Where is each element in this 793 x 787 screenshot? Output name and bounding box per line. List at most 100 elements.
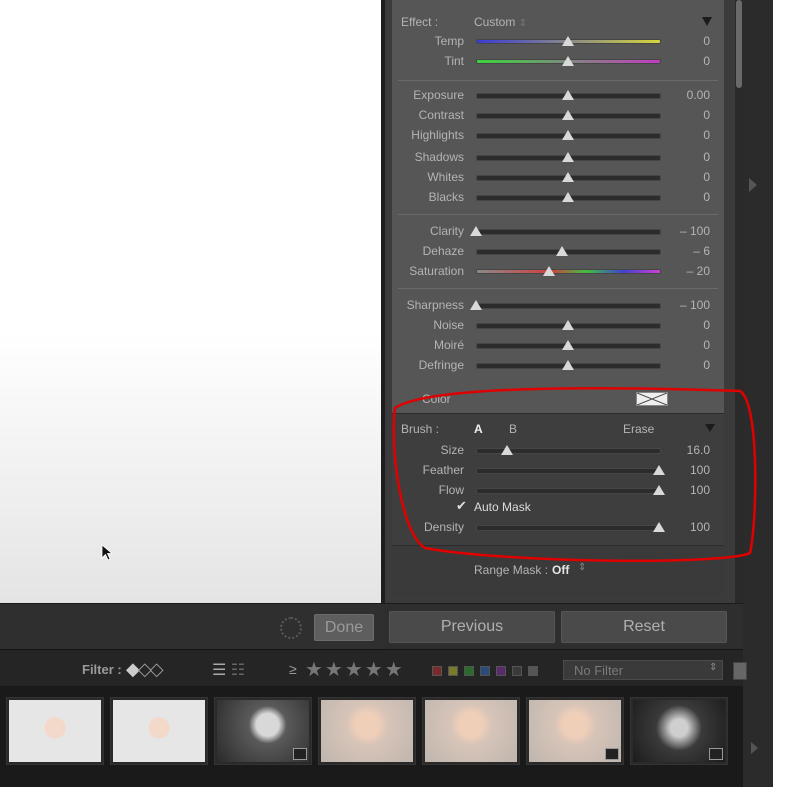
slider-value-saturation[interactable]: – 20: [650, 264, 710, 278]
filmstrip-thumbnail[interactable]: [214, 697, 312, 765]
collapse-panel-arrow-icon[interactable]: [749, 178, 757, 192]
slider-label-shadows: Shadows: [414, 150, 464, 164]
filmstrip-thumbnail[interactable]: [526, 697, 624, 765]
spinner-icon: [280, 617, 302, 639]
color-label-filter[interactable]: [496, 666, 506, 676]
thumbnail-image: [321, 700, 413, 762]
slider-value-tint[interactable]: 0: [650, 54, 710, 68]
slider-label-highlights: Highlights: [411, 128, 464, 142]
slider-label-exposure: Exposure: [413, 88, 464, 102]
color-label-filter[interactable]: [512, 666, 522, 676]
slider-value-defringe[interactable]: 0: [650, 358, 710, 372]
unedited-icon[interactable]: ☷: [231, 662, 245, 679]
slider-thumb-dehaze[interactable]: [556, 246, 568, 256]
thumbnail-image: [9, 700, 101, 762]
color-label-filter[interactable]: [480, 666, 490, 676]
slider-track-saturation[interactable]: [476, 269, 661, 274]
filter-preset-dropdown[interactable]: No Filter: [563, 660, 723, 680]
rating-comparator[interactable]: ≥: [289, 661, 297, 677]
slider-thumb-temp[interactable]: [561, 36, 574, 46]
color-label-filter[interactable]: [528, 666, 538, 676]
slider-label-clarity: Clarity: [429, 224, 464, 238]
slider-label-contrast: Contrast: [418, 108, 464, 122]
filter-lock-icon[interactable]: [733, 662, 747, 680]
slider-thumb-moiré[interactable]: [561, 340, 574, 350]
color-label-filter[interactable]: [464, 666, 474, 676]
slider-thumb-shadows[interactable]: [561, 152, 574, 162]
rejected-flag-icon[interactable]: ◇: [150, 659, 164, 679]
slider-value-clarity[interactable]: – 100: [650, 224, 710, 238]
slider-thumb-tint[interactable]: [561, 56, 574, 66]
filmstrip-thumbnail[interactable]: [6, 697, 104, 765]
slider-value-sharpness[interactable]: – 100: [650, 298, 710, 312]
slider-value-moiré[interactable]: 0: [650, 338, 710, 352]
slider-track-clarity[interactable]: [476, 229, 661, 235]
filmstrip-thumbnail[interactable]: [318, 697, 416, 765]
thumbnail-image: [425, 700, 517, 762]
slider-thumb-sharpness[interactable]: [470, 300, 482, 310]
color-label-filter[interactable]: [448, 666, 458, 676]
slider-thumb-saturation[interactable]: [543, 266, 556, 276]
edit-filter-icons[interactable]: ☰ ☷: [212, 660, 245, 680]
pick-flag-icon[interactable]: ◆: [126, 659, 140, 679]
slider-thumb-blacks[interactable]: [561, 192, 574, 202]
slider-label-noise: Noise: [433, 318, 464, 332]
section-divider: [398, 214, 718, 215]
section-divider: [398, 80, 718, 81]
slider-label-defringe: Defringe: [418, 358, 464, 372]
color-label-filter[interactable]: [432, 666, 442, 676]
red-circle-annotation: [392, 387, 757, 563]
scrollbar-thumb[interactable]: [736, 0, 742, 88]
slider-thumb-contrast[interactable]: [561, 110, 574, 120]
filmstrip-arrow-icon[interactable]: [751, 742, 758, 754]
filmstrip-thumbnail[interactable]: [422, 697, 520, 765]
slider-label-blacks: Blacks: [428, 190, 464, 204]
slider-thumb-clarity[interactable]: [470, 226, 482, 236]
filter-label: Filter :: [82, 662, 122, 677]
effect-label: Effect :: [401, 15, 439, 29]
section-divider: [398, 288, 718, 289]
slider-thumb-defringe[interactable]: [561, 360, 574, 370]
reset-button[interactable]: Reset: [561, 611, 727, 643]
slider-value-temp[interactable]: 0: [650, 34, 710, 48]
edited-icon[interactable]: ☰: [212, 662, 226, 679]
slider-label-dehaze: Dehaze: [422, 244, 464, 258]
filmstrip-thumbnail[interactable]: [630, 697, 728, 765]
slider-thumb-noise[interactable]: [561, 320, 574, 330]
slider-label-moiré: Moiré: [433, 338, 464, 352]
slider-value-contrast[interactable]: 0: [650, 108, 710, 122]
slider-value-highlights[interactable]: 0: [650, 128, 710, 142]
unflagged-icon[interactable]: ◇: [138, 659, 152, 679]
slider-track-sharpness[interactable]: [476, 303, 661, 309]
slider-label-whites: Whites: [427, 170, 464, 184]
slider-value-blacks[interactable]: 0: [650, 190, 710, 204]
effect-preset-dropdown[interactable]: Custom ⇕: [474, 15, 527, 29]
slider-value-exposure[interactable]: 0.00: [650, 88, 710, 102]
slider-thumb-exposure[interactable]: [561, 90, 574, 100]
slider-value-shadows[interactable]: 0: [650, 150, 710, 164]
slider-track-dehaze[interactable]: [476, 249, 661, 255]
rating-stars[interactable]: ★★★★★: [305, 657, 405, 682]
thumbnail-image: [113, 700, 205, 762]
collapse-triangle-icon[interactable]: [702, 17, 712, 26]
slider-thumb-highlights[interactable]: [561, 130, 574, 140]
window-edge: [773, 0, 793, 787]
slider-value-noise[interactable]: 0: [650, 318, 710, 332]
previous-button[interactable]: Previous: [389, 611, 555, 643]
effect-preset-value: Custom: [474, 15, 516, 29]
slider-thumb-whites[interactable]: [561, 172, 574, 182]
slider-label-temp: Temp: [434, 34, 464, 48]
slider-label-tint: Tint: [444, 54, 464, 68]
slider-value-whites[interactable]: 0: [650, 170, 710, 184]
develop-badge-icon: [293, 748, 307, 760]
filmstrip-thumbnail[interactable]: [110, 697, 208, 765]
done-button[interactable]: Done: [314, 614, 374, 641]
slider-label-saturation: Saturation: [409, 264, 464, 278]
slider-label-sharpness: Sharpness: [406, 298, 464, 312]
slider-value-dehaze[interactable]: – 6: [650, 244, 710, 258]
image-canvas[interactable]: [0, 0, 381, 603]
updown-arrows-icon: ⇕: [709, 662, 718, 673]
flag-filter-icons[interactable]: ◆◇◇: [126, 659, 164, 680]
updown-arrows-icon: ⇕: [518, 18, 528, 29]
develop-badge-icon: [709, 748, 723, 760]
